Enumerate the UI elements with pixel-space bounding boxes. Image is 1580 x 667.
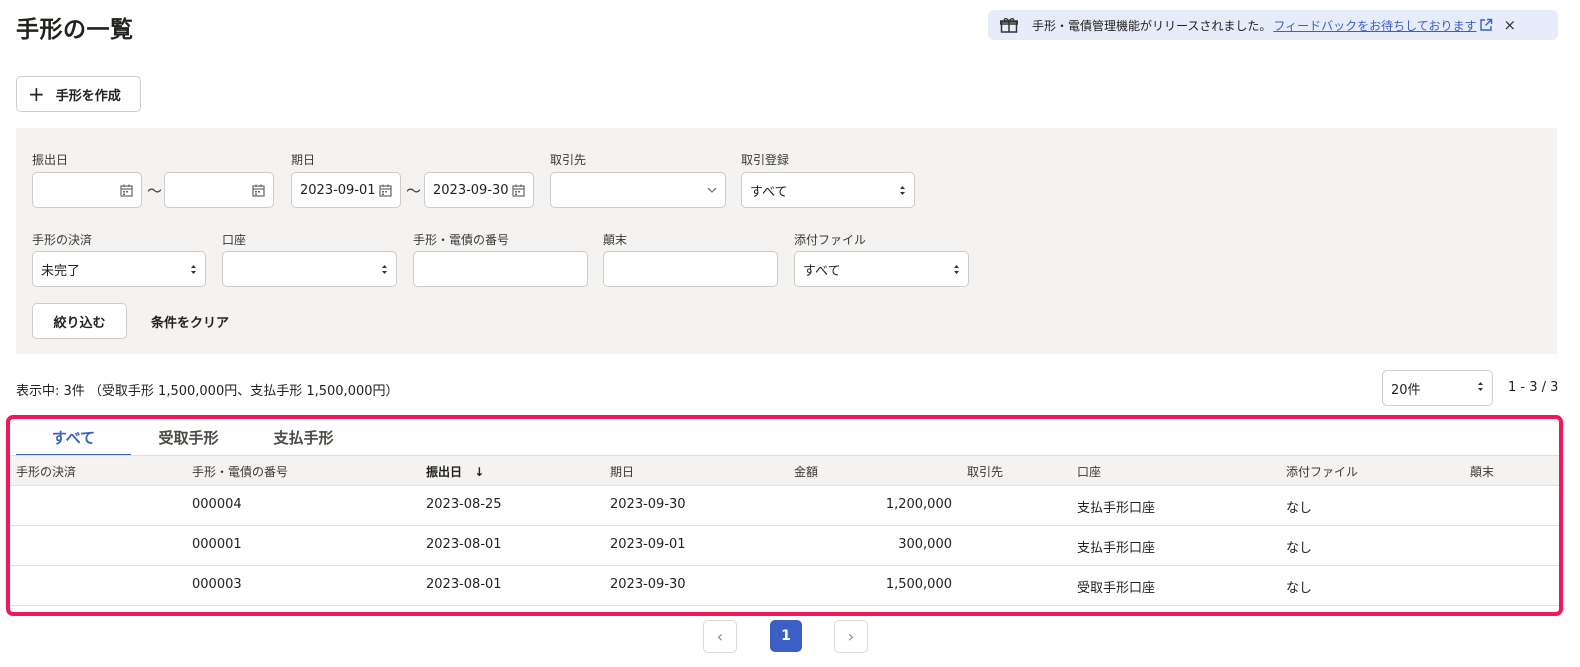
select-arrows-icon (190, 264, 197, 275)
calendar-icon (252, 184, 265, 197)
chevron-down-icon (707, 185, 717, 196)
per-page-select[interactable]: 20件 (1382, 370, 1493, 406)
due-date-from-input[interactable]: 2023-09-01 (291, 172, 401, 208)
close-icon[interactable]: × (1503, 16, 1516, 34)
select-arrows-icon (381, 264, 388, 275)
release-notice-banner: 手形・電債管理機能がリリースされました。 フィードバックをお待ちしております × (988, 10, 1558, 40)
registration-select[interactable]: すべて (741, 172, 915, 208)
account-label: 口座 (222, 233, 247, 247)
partner-label: 取引先 (550, 153, 587, 167)
page-title: 手形の一覧 (16, 17, 134, 43)
settlement-select[interactable]: 未完了 (32, 251, 206, 287)
gift-icon (1000, 16, 1020, 34)
attachment-label: 添付ファイル (794, 233, 867, 247)
number-label: 手形・電債の番号 (413, 233, 510, 247)
select-arrows-icon (899, 185, 906, 196)
filter-panel: 振出日 期日 取引先 取引登録 〜 2023-09-01 〜 2023-09-3… (16, 128, 1557, 354)
calendar-icon (120, 184, 133, 197)
feedback-link[interactable]: フィードバックをお待ちしております (1273, 17, 1476, 34)
apply-filter-button[interactable]: 絞り込む (32, 303, 127, 339)
partner-combobox[interactable] (550, 172, 726, 208)
create-note-button[interactable]: + 手形を作成 (16, 76, 141, 112)
registration-label: 取引登録 (741, 153, 790, 167)
status-label: 顛末 (603, 233, 628, 247)
account-select[interactable] (222, 251, 397, 287)
clear-filter-button[interactable]: 条件をクリア (151, 303, 229, 339)
issue-date-from-input[interactable] (32, 172, 142, 208)
result-range: 1 - 3 / 3 (1508, 380, 1559, 395)
calendar-icon (379, 184, 392, 197)
number-input[interactable] (413, 251, 588, 287)
issue-date-label: 振出日 (32, 153, 69, 167)
select-arrows-icon (953, 264, 960, 275)
notice-message: 手形・電債管理機能がリリースされました。 (1032, 18, 1272, 33)
settlement-label: 手形の決済 (32, 233, 93, 247)
prev-page-button[interactable]: ‹ (703, 620, 737, 653)
next-page-button[interactable]: › (834, 620, 868, 653)
external-link-icon[interactable] (1479, 18, 1493, 32)
due-date-to-input[interactable]: 2023-09-30 (424, 172, 534, 208)
issue-date-to-input[interactable] (164, 172, 274, 208)
page-1-button[interactable]: 1 (770, 620, 802, 652)
due-date-label: 期日 (291, 153, 316, 167)
select-arrows-icon (1477, 381, 1484, 396)
create-note-label: 手形を作成 (55, 88, 121, 104)
status-input[interactable] (603, 251, 778, 287)
range-separator: 〜 (406, 182, 422, 200)
range-separator: 〜 (147, 182, 163, 200)
result-summary: 表示中: 3件 （受取手形 1,500,000円、支払手形 1,500,000円… (16, 384, 399, 399)
plus-icon: + (28, 82, 45, 106)
attachment-select[interactable]: すべて (794, 251, 969, 287)
table-highlight-frame (6, 415, 1563, 616)
calendar-icon (512, 184, 525, 197)
